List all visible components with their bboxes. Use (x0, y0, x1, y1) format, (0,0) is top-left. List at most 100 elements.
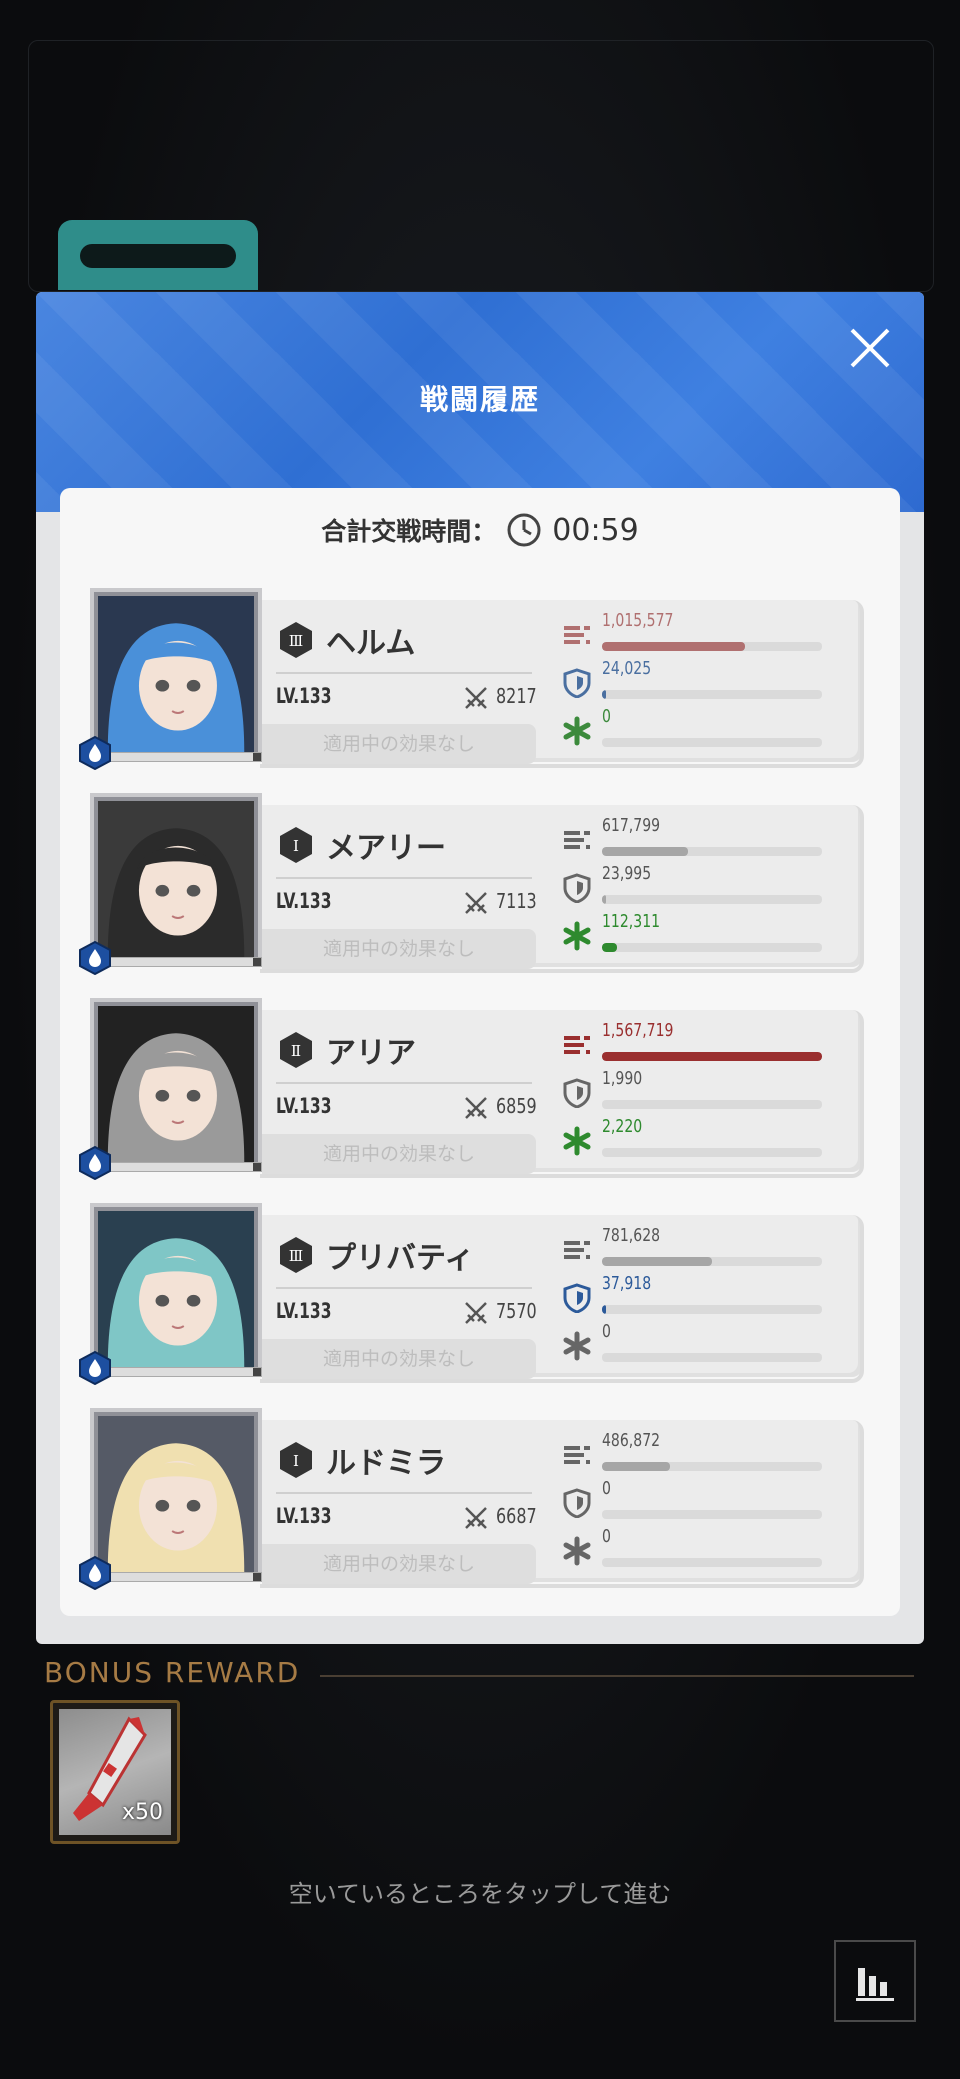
stat-damage-bar (602, 1257, 822, 1266)
clock-icon (507, 513, 541, 547)
stat-heal-value: 0 (602, 706, 611, 727)
heal-icon (562, 921, 592, 951)
active-effect-status: 適用中の効果なし (262, 1339, 536, 1379)
stat-taken-bar (602, 1510, 822, 1519)
reward-item[interactable]: x50 (50, 1700, 180, 1844)
character-name: ヘルム (326, 626, 416, 661)
stat-damage: 781,628 (562, 1225, 842, 1271)
crossed-swords-icon (462, 1504, 490, 1532)
reward-quantity: x50 (121, 1800, 163, 1825)
tab-tag (58, 220, 258, 290)
stat-heal: 0 (562, 1321, 842, 1367)
stat-heal-bar (602, 1148, 822, 1157)
battle-stats: 781,628 37,918 0 (562, 1225, 842, 1375)
stat-damage: 1,015,577 (562, 610, 842, 656)
close-button[interactable] (844, 322, 896, 374)
ammo-icon (562, 620, 592, 650)
stat-damage-bar-fill (602, 1257, 712, 1266)
stat-taken-bar (602, 690, 822, 699)
shield-icon (562, 1283, 592, 1314)
character-level: LV.133 (276, 1504, 332, 1528)
stat-damage-value: 781,628 (602, 1225, 661, 1246)
stat-heal: 0 (562, 1526, 842, 1572)
character-row: Ⅰ メアリー LV.133 7113 適用中の効果なし 617,799 23,995 112,… (79, 793, 870, 983)
heal-icon (562, 1126, 592, 1156)
stat-damage: 617,799 (562, 815, 842, 861)
total-battle-time: 合計交戦時間： 00:59 (60, 502, 900, 558)
combat-power: 6687 (496, 1504, 537, 1528)
water-element-icon (78, 1350, 112, 1386)
stat-taken: 1,990 (562, 1068, 842, 1114)
stat-heal-bar (602, 1558, 822, 1567)
crossed-swords-icon (462, 1094, 490, 1122)
svg-text:Ⅱ: Ⅱ (291, 1042, 301, 1060)
character-info-card: Ⅰ メアリー LV.133 7113 適用中の効果なし 617,799 23,995 112,… (260, 805, 864, 973)
character-portrait (90, 1408, 262, 1580)
stat-taken-bar-fill (602, 895, 607, 904)
ammo-icon (562, 1440, 592, 1470)
total-time-value: 00:59 (552, 512, 639, 548)
rank-badge-icon: Ⅱ (276, 1030, 316, 1070)
stat-damage-bar-fill (602, 1052, 822, 1061)
character-info-card: Ⅲ プリバティ LV.133 7570 適用中の効果なし 781,628 37,918 0 (260, 1215, 864, 1383)
ammo-icon (562, 1235, 592, 1265)
character-level: LV.133 (276, 889, 332, 913)
character-row: Ⅱ アリア LV.133 6859 適用中の効果なし 1,567,719 1,990 2,22… (79, 998, 870, 1188)
stat-heal-value: 0 (602, 1321, 611, 1342)
stat-damage: 486,872 (562, 1430, 842, 1476)
character-row: Ⅲ プリバティ LV.133 7570 適用中の効果なし 781,628 37,918 0 (79, 1203, 870, 1393)
crossed-swords-icon (462, 889, 490, 917)
stat-taken: 24,025 (562, 658, 842, 704)
total-time-label: 合計交戦時間： (321, 517, 497, 546)
bonus-divider (320, 1675, 914, 1677)
character-level: LV.133 (276, 1299, 332, 1323)
shield-icon (562, 1078, 592, 1109)
name-divider (276, 1287, 532, 1289)
stat-heal-value: 0 (602, 1526, 611, 1547)
stat-heal-bar (602, 738, 822, 747)
rank-badge-icon: Ⅰ (276, 825, 316, 865)
svg-text:Ⅲ: Ⅲ (289, 632, 303, 650)
stat-taken: 0 (562, 1478, 842, 1524)
combat-power: 8217 (496, 684, 537, 708)
stat-damage-value: 486,872 (602, 1430, 661, 1451)
stat-damage-bar-fill (602, 847, 688, 856)
active-effect-status: 適用中の効果なし (262, 724, 536, 764)
stat-taken-value: 23,995 (602, 863, 652, 884)
stats-button[interactable] (834, 1940, 916, 2022)
portrait-bar (90, 1572, 262, 1582)
stat-damage-bar (602, 642, 822, 651)
active-effect-status: 適用中の効果なし (262, 929, 536, 969)
stat-taken-bar (602, 1100, 822, 1109)
battle-stats: 617,799 23,995 112,311 (562, 815, 842, 965)
portrait-bar (90, 1367, 262, 1377)
active-effect-status: 適用中の効果なし (262, 1134, 536, 1174)
ammo-icon (562, 825, 592, 855)
crossed-swords-icon (462, 1299, 490, 1327)
character-name: プリバティ (326, 1241, 475, 1276)
stat-taken-value: 0 (602, 1478, 611, 1499)
heal-icon (562, 1536, 592, 1566)
stat-taken-value: 24,025 (602, 658, 652, 679)
character-portrait (90, 793, 262, 965)
combat-power: 7113 (496, 889, 537, 913)
name-divider (276, 672, 532, 674)
active-effect-status: 適用中の効果なし (262, 1544, 536, 1584)
stat-taken-bar-fill (602, 1305, 607, 1314)
character-name: メアリー (326, 831, 446, 866)
stat-heal-value: 2,220 (602, 1116, 643, 1137)
portrait-bar (90, 1162, 262, 1172)
heal-icon (562, 1331, 592, 1361)
bar-chart-icon (856, 1968, 894, 2001)
character-info-card: Ⅲ ヘルム LV.133 8217 適用中の効果なし 1,015,577 24,025 0 (260, 600, 864, 768)
character-row: Ⅲ ヘルム LV.133 8217 適用中の効果なし 1,015,577 24,025 0 (79, 588, 870, 778)
character-level: LV.133 (276, 684, 332, 708)
stat-heal-bar (602, 1353, 822, 1362)
heal-icon (562, 716, 592, 746)
name-divider (276, 1492, 532, 1494)
character-row: Ⅰ ルドミラ LV.133 6687 適用中の効果なし 486,872 0 0 (79, 1408, 870, 1598)
stat-taken: 23,995 (562, 863, 842, 909)
stat-damage-bar (602, 847, 822, 856)
stat-damage-value: 1,567,719 (602, 1020, 674, 1041)
stat-heal: 112,311 (562, 911, 842, 957)
